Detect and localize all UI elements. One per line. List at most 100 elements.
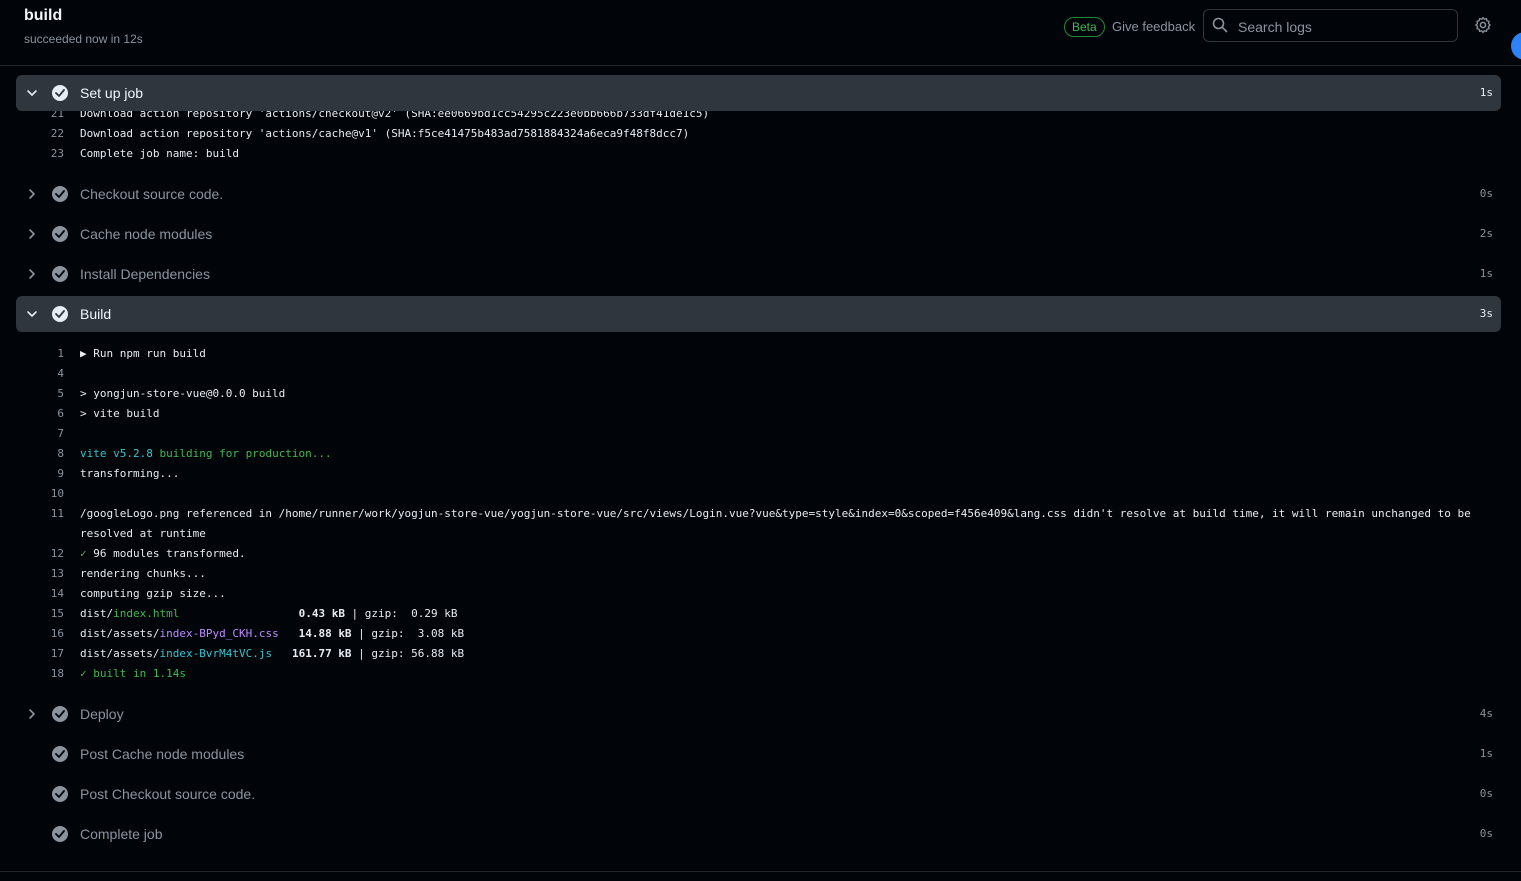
chevron-right-icon bbox=[29, 269, 35, 279]
setup-log: 21 Download action repository 'actions/ch… bbox=[16, 110, 1501, 164]
path-prefix: dist/ bbox=[80, 607, 114, 620]
log-line: 7 bbox=[16, 424, 1501, 444]
check-circle-icon bbox=[52, 306, 68, 322]
line-number: 8 bbox=[57, 447, 64, 460]
path-prefix: dist/assets/ bbox=[80, 647, 160, 660]
chevron-right-icon bbox=[29, 709, 35, 719]
step-build[interactable]: Build 3s bbox=[16, 296, 1501, 332]
line-text: Complete job name: build bbox=[80, 147, 239, 160]
job-title: build bbox=[24, 7, 63, 24]
step-name: Post Cache node modules bbox=[80, 746, 245, 762]
check-circle-icon bbox=[52, 706, 68, 722]
log-line: 5 > yongjun-store-vue@0.0.0 build bbox=[16, 384, 1501, 404]
log-line: 13 rendering chunks... bbox=[16, 564, 1501, 584]
log-line: 16 dist/assets/index-BPyd_CKH.css 14.88 k… bbox=[16, 624, 1501, 644]
step-post-checkout-source-code[interactable]: Post Checkout source code. 0s bbox=[16, 776, 1501, 812]
line-text: computing gzip size... bbox=[80, 587, 226, 600]
line-text: Download action repository 'actions/chec… bbox=[80, 110, 710, 120]
step-checkout-source-code[interactable]: Checkout source code. 0s bbox=[16, 176, 1501, 212]
log-line: 23 Complete job name: build bbox=[16, 144, 1501, 164]
give-feedback-link[interactable]: Give feedback bbox=[1112, 19, 1195, 34]
step-complete-job[interactable]: Complete job 0s bbox=[16, 816, 1501, 852]
log-line: 17 dist/assets/index-BvrM4tVC.js 161.77 k… bbox=[16, 644, 1501, 664]
step-duration: 1s bbox=[1479, 86, 1493, 99]
chevron-down-icon bbox=[27, 90, 37, 96]
search-logs-input[interactable] bbox=[1236, 11, 1455, 42]
line-number: 22 bbox=[50, 127, 64, 140]
gzip-size: | gzip: 56.88 kB bbox=[351, 647, 465, 660]
build-message: building for production... bbox=[152, 447, 332, 460]
check-circle-icon bbox=[52, 746, 68, 762]
line-number: 21 bbox=[50, 110, 64, 120]
step-name: Post Checkout source code. bbox=[80, 786, 256, 802]
line-text: transforming... bbox=[80, 467, 180, 480]
step-name: Deploy bbox=[80, 706, 124, 722]
line-number: 4 bbox=[57, 367, 64, 380]
log-line: 14 computing gzip size... bbox=[16, 584, 1501, 604]
file-size: 0.43 kB bbox=[298, 607, 345, 620]
line-number: 18 bbox=[50, 667, 64, 680]
line-number: 23 bbox=[50, 147, 64, 160]
line-text: > vite build bbox=[80, 407, 160, 420]
file-name: index-BPyd_CKH.css bbox=[159, 627, 279, 640]
log-line: 8 vite v5.2.8 building for production... bbox=[16, 444, 1501, 464]
line-text: ✓ built in 1.14s bbox=[80, 667, 186, 680]
check-circle-icon bbox=[52, 266, 68, 282]
file-name: index.html bbox=[113, 607, 180, 620]
line-number: 6 bbox=[57, 407, 64, 420]
step-duration: 1s bbox=[1479, 267, 1493, 280]
pad bbox=[272, 647, 292, 660]
line-text: rendering chunks... bbox=[80, 567, 206, 580]
vite-version: vite v5.2.8 bbox=[80, 447, 153, 460]
log-line[interactable]: 1 ▶ Run npm run build bbox=[16, 344, 1501, 364]
line-text: dist/assets/index-BPyd_CKH.css 14.88 kB … bbox=[80, 624, 1481, 644]
log-line: 21 Download action repository 'actions/ch… bbox=[16, 110, 1501, 124]
pad bbox=[279, 627, 299, 640]
line-text: /googleLogo.png referenced in /home/runn… bbox=[80, 507, 1471, 540]
chevron-right-icon bbox=[29, 189, 35, 199]
step-duration: 0s bbox=[1479, 187, 1493, 200]
line-text: dist/index.html 0.43 kB | gzip: 0.29 kB bbox=[80, 604, 1481, 624]
step-name: Complete job bbox=[80, 826, 163, 842]
gear-icon[interactable] bbox=[1474, 16, 1492, 39]
step-duration: 2s bbox=[1479, 227, 1493, 240]
copilot-fab-icon[interactable] bbox=[1511, 32, 1521, 60]
line-number: 7 bbox=[57, 427, 64, 440]
build-log: 1 ▶ Run npm run build 4 5 > yongjun-store-… bbox=[16, 344, 1501, 684]
log-line: 10 bbox=[16, 484, 1501, 504]
chevron-right-icon bbox=[29, 229, 35, 239]
line-text: > yongjun-store-vue@0.0.0 build bbox=[80, 387, 286, 400]
line-text: ▶ Run npm run build bbox=[80, 347, 206, 360]
step-name: Checkout source code. bbox=[80, 186, 224, 202]
log-line: 4 bbox=[16, 364, 1501, 384]
log-line: 15 dist/index.html 0.43 kB | gzip: 0.29 k… bbox=[16, 604, 1501, 624]
checkmark-glyph: ✓ bbox=[80, 547, 87, 560]
line-number: 12 bbox=[50, 547, 64, 560]
step-duration: 0s bbox=[1479, 827, 1493, 840]
file-name: index-BvrM4tVC.js bbox=[159, 647, 273, 660]
log-line: 18 ✓ built in 1.14s bbox=[16, 664, 1501, 684]
chevron-down-icon bbox=[27, 311, 37, 317]
log-line: 22 Download action repository 'actions/ca… bbox=[16, 124, 1501, 144]
step-cache-node-modules[interactable]: Cache node modules 2s bbox=[16, 216, 1501, 252]
setup-log-viewport: 21 Download action repository 'actions/ch… bbox=[0, 110, 1521, 170]
job-header: build succeeded now in 12s Beta Give fee… bbox=[0, 0, 1521, 66]
step-post-cache-node-modules[interactable]: Post Cache node modules 1s bbox=[16, 736, 1501, 772]
line-number: 5 bbox=[57, 387, 64, 400]
step-set-up-job[interactable]: Set up job 1s bbox=[16, 75, 1501, 111]
step-deploy[interactable]: Deploy 4s bbox=[16, 696, 1501, 732]
step-install-dependencies[interactable]: Install Dependencies 1s bbox=[16, 256, 1501, 292]
log-line: 12 ✓ 96 modules transformed. bbox=[16, 544, 1501, 564]
line-number: 17 bbox=[50, 647, 64, 660]
job-status: succeeded now in 12s bbox=[24, 32, 143, 46]
log-line: 9 transforming... bbox=[16, 464, 1501, 484]
line-number: 13 bbox=[50, 567, 64, 580]
check-circle-icon bbox=[52, 826, 68, 842]
step-duration: 3s bbox=[1479, 307, 1493, 320]
search-logs-box[interactable] bbox=[1203, 9, 1458, 42]
line-text: dist/assets/index-BvrM4tVC.js 161.77 kB … bbox=[80, 644, 1481, 664]
step-duration: 0s bbox=[1479, 787, 1493, 800]
file-size: 161.77 kB bbox=[291, 647, 352, 660]
step-name: Build bbox=[80, 306, 112, 322]
log-line: 6 > vite build bbox=[16, 404, 1501, 424]
